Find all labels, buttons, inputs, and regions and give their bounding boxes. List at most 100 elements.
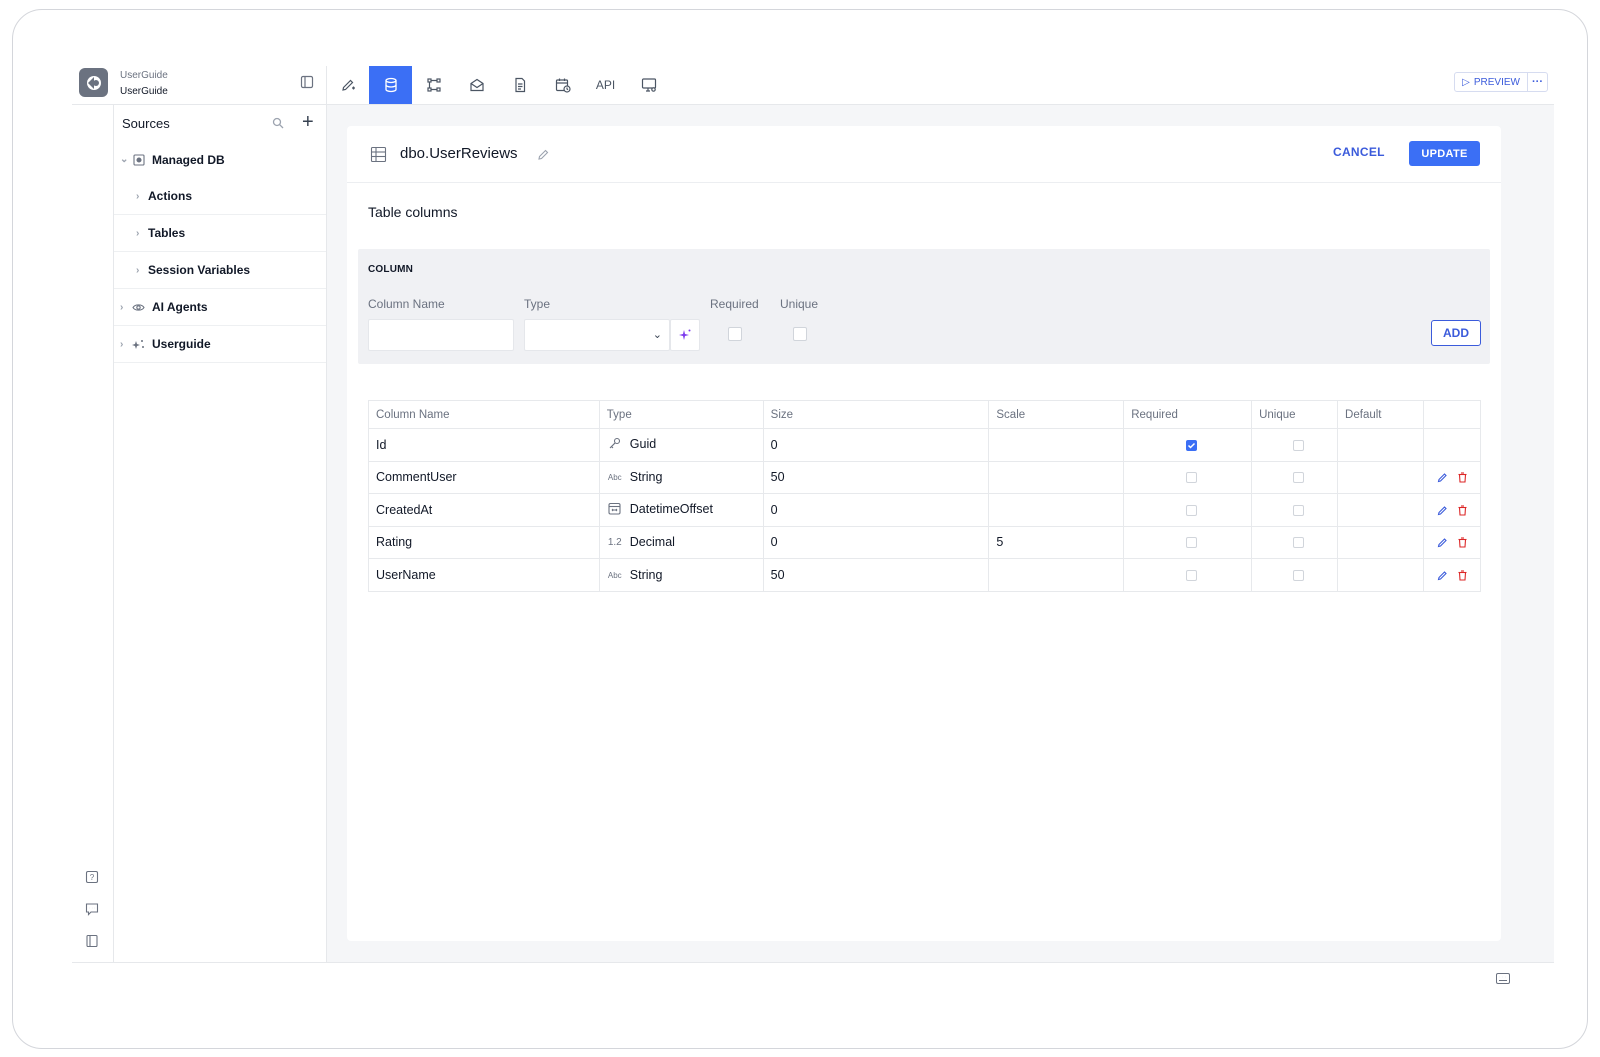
delete-icon[interactable]: [1457, 537, 1468, 549]
column-name-input[interactable]: [368, 319, 514, 351]
cell-scale: [988, 460, 1125, 494]
cell-type: DatetimeOffset: [598, 493, 764, 527]
decimal-icon: 1.2: [607, 537, 622, 549]
table-row[interactable]: UserName Abc String 50: [368, 558, 1482, 592]
required-cell-checkbox[interactable]: [1185, 439, 1197, 451]
tree-item-actions[interactable]: › Actions: [114, 178, 326, 215]
tree-item-session-variables[interactable]: › Session Variables: [114, 252, 326, 289]
book-icon[interactable]: [85, 934, 99, 948]
table-row[interactable]: Id Guid 0: [368, 428, 1482, 462]
cell-size: 50: [762, 558, 990, 592]
type-select[interactable]: ⌄: [524, 319, 670, 351]
cell-type: Guid: [598, 428, 764, 462]
document-tool[interactable]: [498, 66, 541, 104]
add-source-icon[interactable]: +: [302, 112, 314, 132]
chat-icon[interactable]: [85, 902, 99, 916]
more-button[interactable]: ···: [1527, 72, 1548, 92]
type-value: String: [629, 567, 663, 582]
pencil-plus-icon: [341, 79, 355, 91]
unique-cell-checkbox[interactable]: [1292, 439, 1304, 451]
cell-required: [1123, 428, 1253, 462]
search-icon[interactable]: [272, 117, 284, 129]
svg-text:?: ?: [90, 873, 95, 882]
tree-label: Actions: [148, 189, 193, 203]
edit-icon[interactable]: [1437, 537, 1448, 548]
database-tool[interactable]: [369, 66, 412, 104]
required-cell-checkbox[interactable]: [1185, 569, 1197, 581]
required-cell-checkbox[interactable]: [1185, 472, 1197, 484]
delete-icon[interactable]: [1457, 570, 1468, 581]
cell-scale: [988, 493, 1125, 527]
update-button[interactable]: UPDATE: [1409, 141, 1480, 166]
scheduler-tool[interactable]: [541, 66, 584, 104]
panel-toggle-icon[interactable]: [300, 75, 314, 89]
cell-type: Abc String: [598, 558, 764, 592]
api-tool[interactable]: API: [584, 66, 627, 104]
cell-unique: [1251, 493, 1339, 527]
unique-checkbox[interactable]: [793, 327, 807, 341]
cell-column-name: CreatedAt: [368, 493, 600, 527]
unique-cell-checkbox[interactable]: [1292, 504, 1304, 516]
table-icon: [370, 146, 387, 163]
cell-actions: [1422, 460, 1482, 494]
abc-icon: Abc: [607, 473, 622, 483]
cell-required: [1123, 493, 1253, 527]
table-row[interactable]: CreatedAt DatetimeOffset 0: [368, 493, 1482, 527]
tree-label: Userguide: [152, 337, 211, 351]
required-cell-checkbox[interactable]: [1185, 537, 1197, 549]
toolbar: API: [326, 66, 670, 104]
workflow-icon: [426, 78, 441, 92]
ai-suggest-button[interactable]: [670, 319, 700, 351]
api-label: API: [595, 78, 616, 92]
edit-icon[interactable]: [1437, 570, 1448, 581]
column-header: [1422, 400, 1482, 429]
calendar-clock-icon: [555, 78, 571, 93]
app-logo[interactable]: [79, 68, 108, 97]
cell-unique: [1251, 428, 1339, 462]
tree-item-ai-agents[interactable]: › AI Agents: [114, 289, 326, 326]
sparkle-icon: [132, 338, 145, 351]
cell-default: [1337, 525, 1424, 559]
preview-button[interactable]: ▷ PREVIEW: [1454, 72, 1528, 92]
unique-cell-checkbox[interactable]: [1292, 472, 1304, 484]
table-row[interactable]: Rating 1.2 Decimal 0 5: [368, 525, 1482, 559]
required-label: Required: [710, 297, 759, 311]
required-cell-checkbox[interactable]: [1185, 504, 1197, 516]
edit-icon[interactable]: [1437, 472, 1448, 483]
help-icon[interactable]: ?: [85, 870, 99, 884]
delete-icon[interactable]: [1457, 472, 1468, 484]
cell-actions: [1422, 558, 1482, 592]
cell-actions: [1422, 493, 1482, 527]
edit-icon[interactable]: [1437, 505, 1448, 516]
add-column-button[interactable]: ADD: [1431, 320, 1481, 346]
columns-table: Column Name Type Size Scale Required Uni…: [368, 400, 1482, 592]
delete-icon[interactable]: [1457, 505, 1468, 516]
cell-size: 0: [762, 493, 990, 527]
cell-size: 50: [762, 460, 990, 494]
table-row[interactable]: CommentUser Abc String 50: [368, 460, 1482, 494]
required-checkbox[interactable]: [728, 327, 742, 341]
database-icon: [132, 153, 145, 166]
workflow-tool[interactable]: [412, 66, 455, 104]
cancel-button[interactable]: CANCEL: [1333, 145, 1385, 159]
deploy-tool[interactable]: [627, 66, 670, 104]
left-rail: ?: [72, 105, 114, 963]
tree-item-tables[interactable]: › Tables: [114, 215, 326, 252]
chevron-right-icon: ›: [136, 190, 140, 202]
logo-icon: [86, 75, 101, 90]
email-tool[interactable]: [455, 66, 498, 104]
design-tool[interactable]: [326, 66, 369, 104]
tree-item-managed-db[interactable]: ⌄ Managed DB: [114, 141, 326, 178]
column-header: Scale: [988, 400, 1125, 429]
cell-type: Abc String: [598, 460, 764, 494]
unique-cell-checkbox[interactable]: [1292, 569, 1304, 581]
project-switcher[interactable]: UserGuide UserGuide: [120, 68, 168, 100]
project-name: UserGuide: [120, 86, 168, 97]
add-column-form: COLUMN Column Name Type Required Unique …: [358, 249, 1490, 364]
cell-actions: [1422, 525, 1482, 559]
keyboard-icon[interactable]: [1496, 971, 1510, 984]
unique-cell-checkbox[interactable]: [1292, 537, 1304, 549]
main-canvas: dbo.UserReviews CANCEL UPDATE Table colu…: [327, 105, 1554, 963]
tree-item-userguide[interactable]: › Userguide: [114, 326, 326, 363]
edit-title-icon[interactable]: [537, 148, 550, 161]
